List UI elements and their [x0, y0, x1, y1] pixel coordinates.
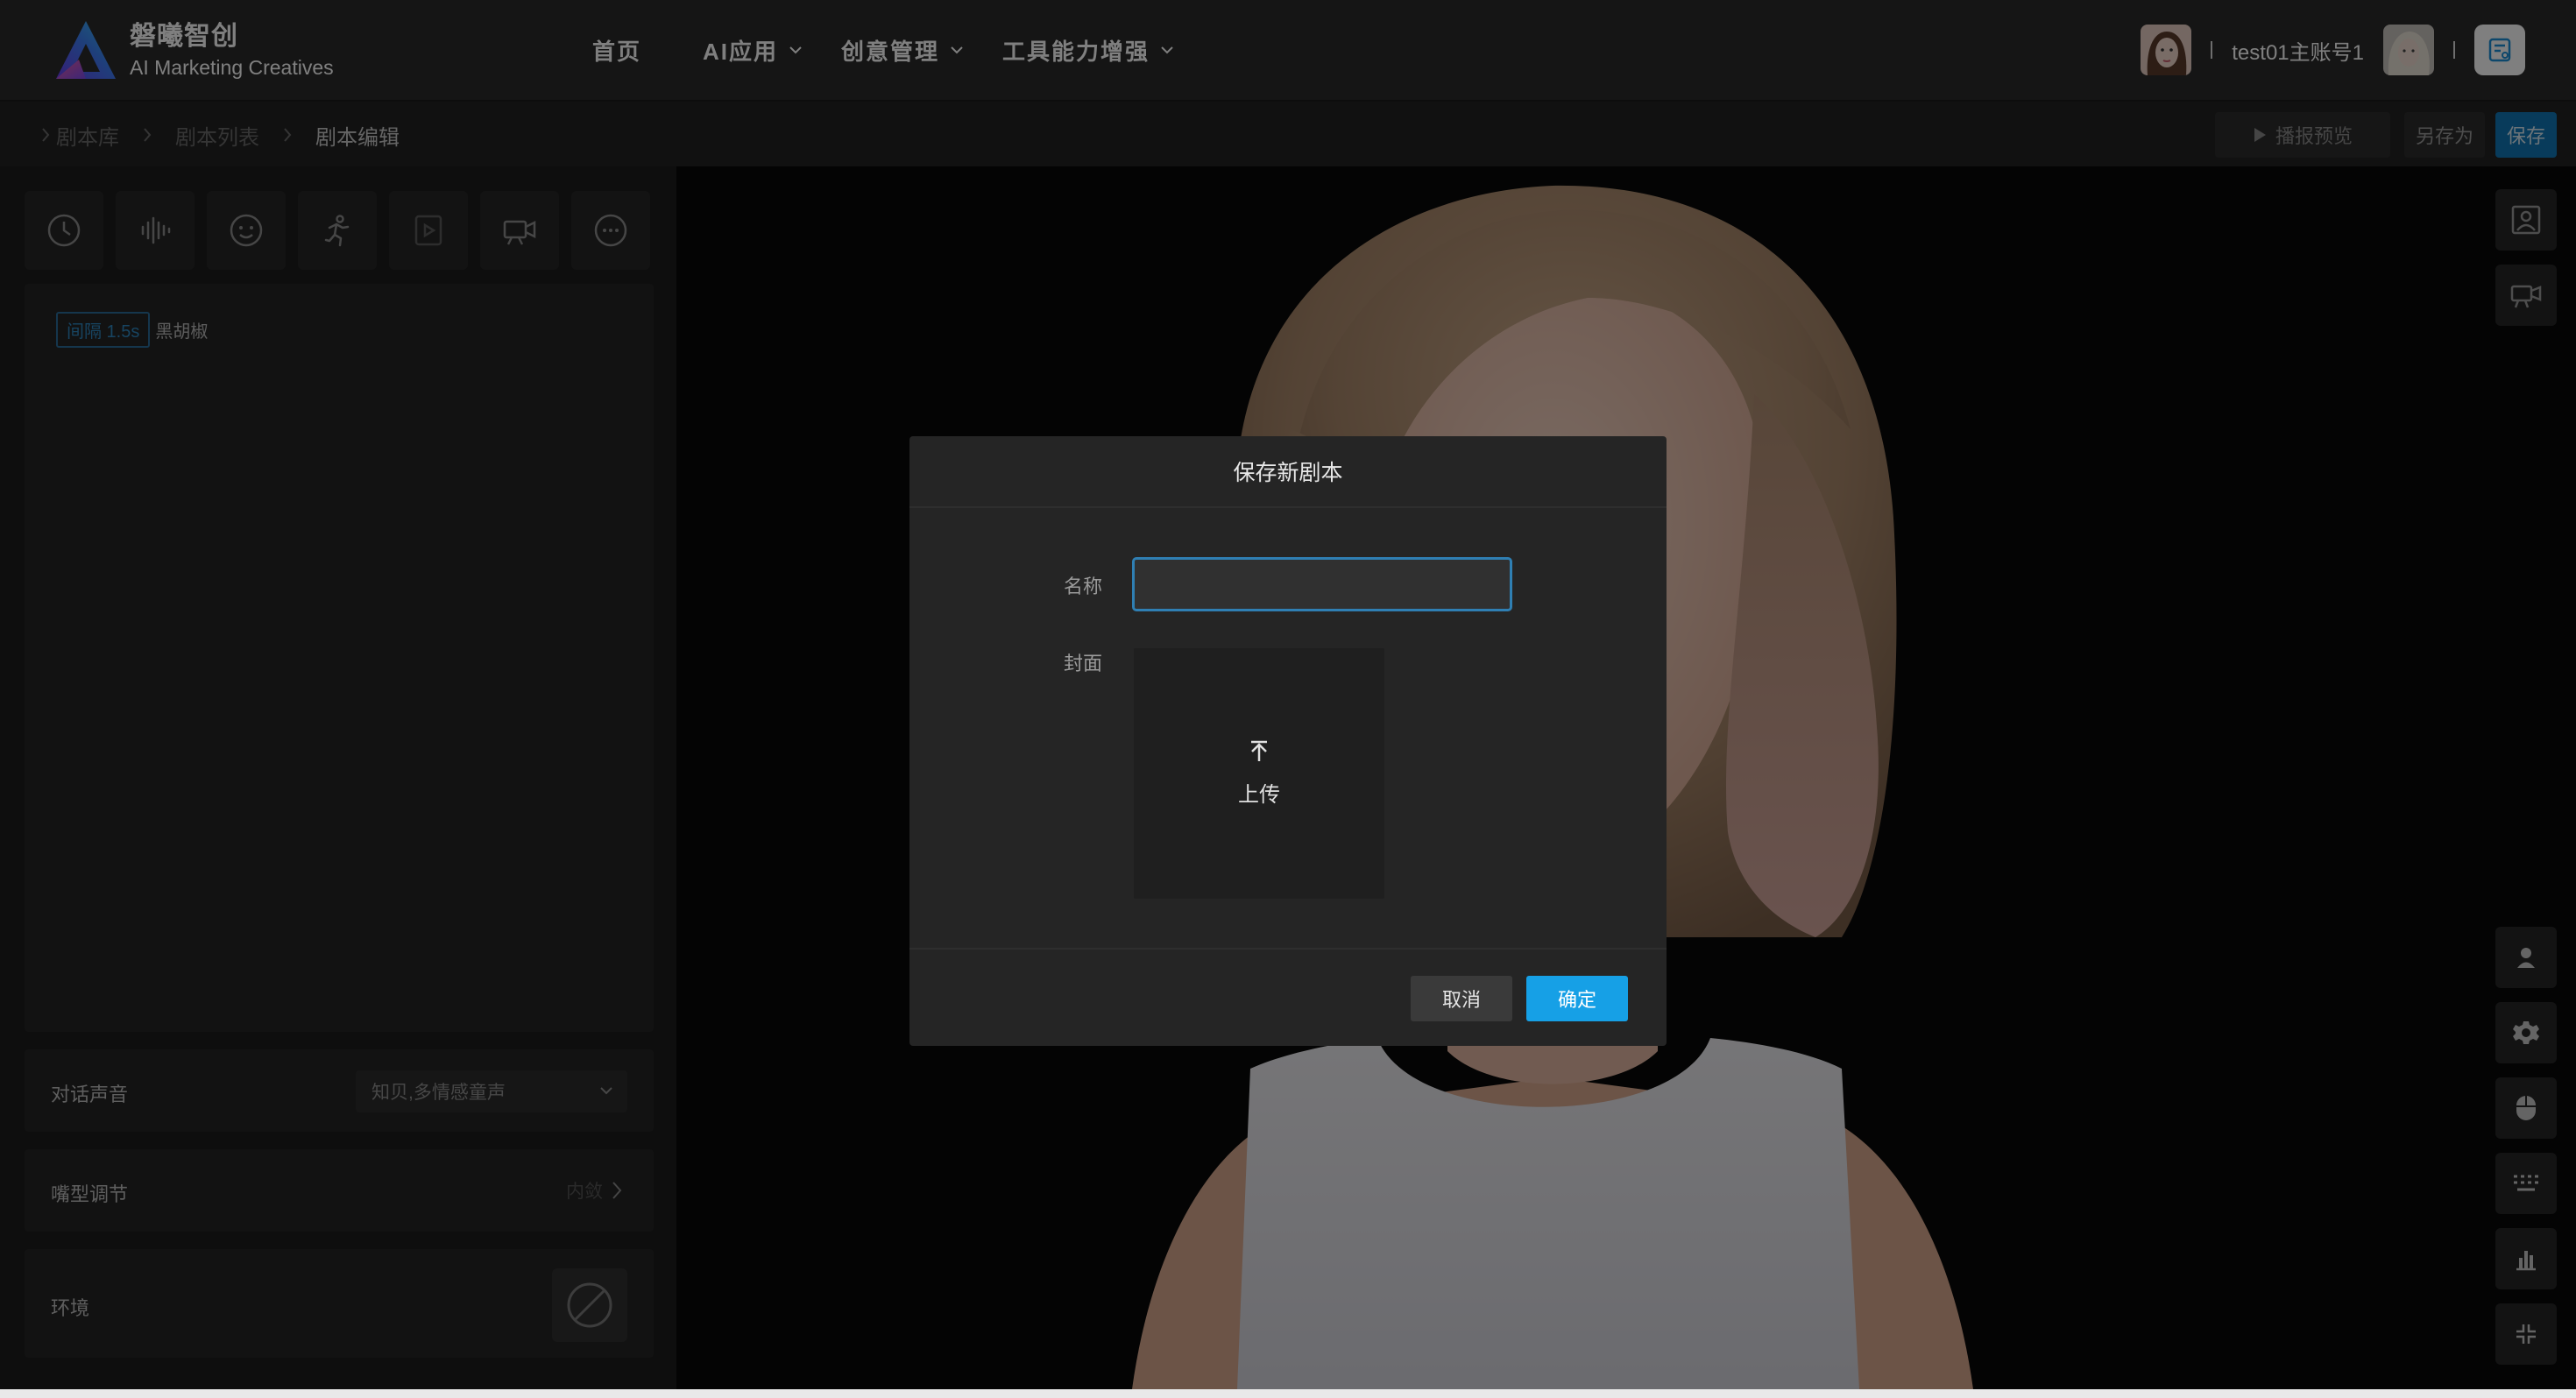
dialog-divider: [909, 948, 1667, 950]
upload-label: 上传: [1238, 782, 1280, 807]
name-input[interactable]: [1132, 557, 1512, 611]
dialog-title: 保存新剧本: [909, 436, 1667, 508]
cancel-button[interactable]: 取消: [1411, 976, 1512, 1021]
upload-icon: [1251, 740, 1267, 761]
save-script-dialog: 保存新剧本 名称 封面 上传 取消 确定: [909, 436, 1667, 1046]
cover-upload[interactable]: 上传: [1134, 648, 1384, 899]
name-label: 名称: [1064, 575, 1103, 597]
confirm-button[interactable]: 确定: [1526, 976, 1628, 1021]
cover-label: 封面: [1064, 653, 1103, 674]
bottom-strip: [0, 1389, 2576, 1398]
modal-overlay[interactable]: 保存新剧本 名称 封面 上传 取消 确定: [0, 0, 2576, 1389]
